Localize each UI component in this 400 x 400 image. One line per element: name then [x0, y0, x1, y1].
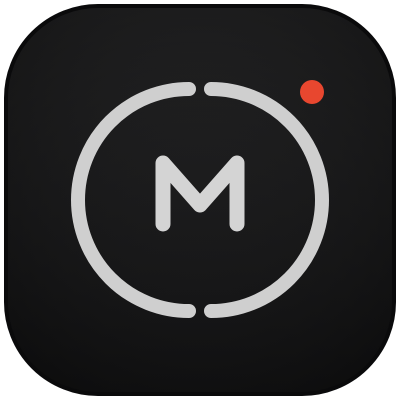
app-icon[interactable]: [0, 0, 400, 400]
app-icon-graphic: [4, 4, 396, 396]
notification-dot: [300, 80, 324, 104]
